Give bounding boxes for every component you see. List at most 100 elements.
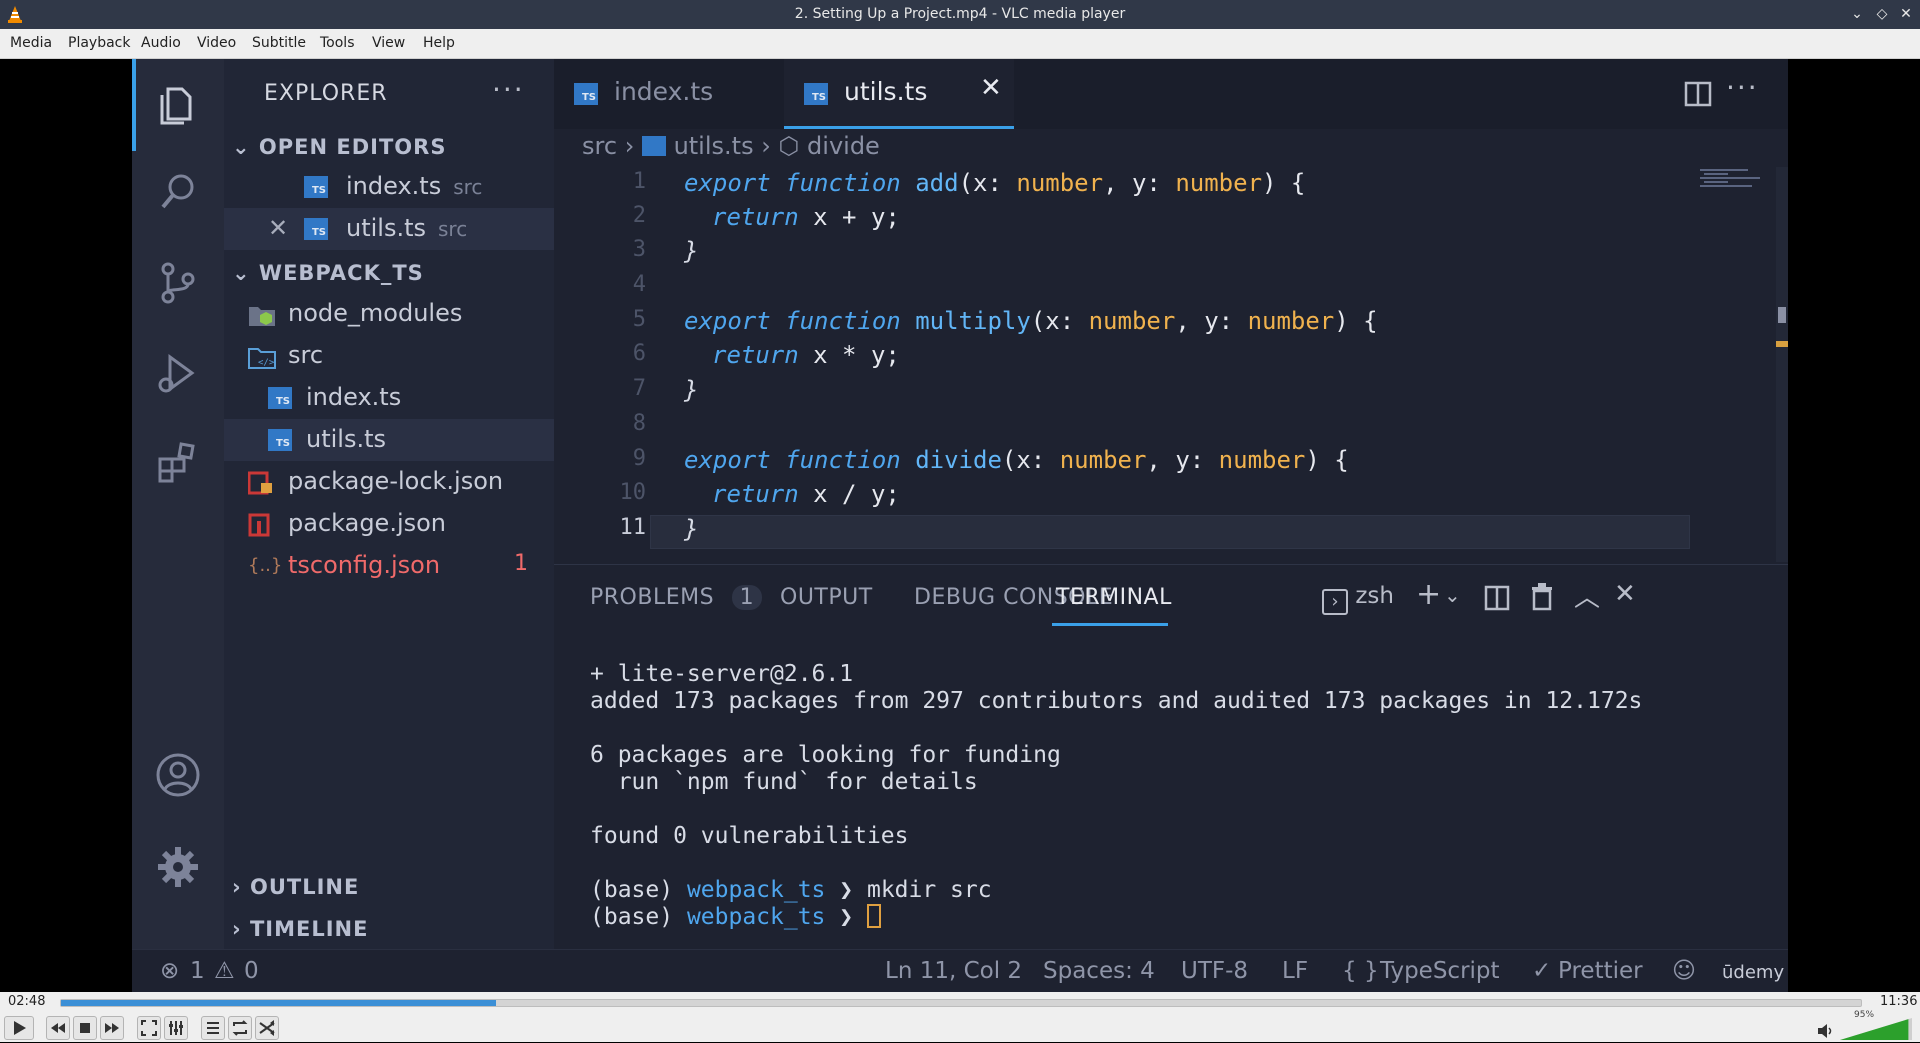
tab-utils[interactable]: TS utils.ts ✕ [784, 59, 1014, 129]
extended-settings-button[interactable] [164, 1016, 188, 1040]
minimize-icon[interactable]: ⌄ [1847, 4, 1867, 24]
video-frame-vscode: EXPLORER ··· ⌄ OPEN EDITORS TS index.ts s… [132, 59, 1788, 992]
close-panel-icon[interactable]: ✕ [1614, 579, 1636, 609]
shuffle-button[interactable] [255, 1016, 279, 1040]
outline-header[interactable]: › OUTLINE [232, 875, 359, 899]
gear-icon [158, 847, 198, 887]
tab-terminal[interactable]: TERMINAL [1056, 585, 1172, 610]
line-number: 2 [632, 203, 646, 228]
play-button[interactable] [4, 1016, 34, 1040]
add-terminal-icon[interactable]: + [1416, 577, 1441, 612]
seek-bar[interactable] [60, 999, 1862, 1007]
editor-scrollbar[interactable] [1776, 167, 1788, 562]
volume-level [1840, 1019, 1909, 1040]
code-line-3: } [684, 237, 699, 265]
volume-slider[interactable] [1840, 1018, 1912, 1040]
extensions-icon [158, 442, 195, 483]
line-ending[interactable]: LF [1282, 958, 1308, 984]
terminal-line: 6 packages are looking for funding [590, 742, 1061, 768]
menu-playback[interactable]: Playback [68, 35, 130, 51]
typescript-file-icon: TS [574, 83, 598, 105]
menu-audio[interactable]: Audio [141, 35, 181, 51]
feedback-icon: ☺ [1672, 958, 1696, 984]
error-count[interactable]: 1 [190, 958, 205, 984]
tree-utils[interactable]: TS utils.ts [224, 419, 554, 461]
typescript-file-icon: TS [804, 83, 828, 105]
breadcrumb-file[interactable]: utils.ts [674, 132, 754, 160]
encoding[interactable]: UTF-8 [1181, 958, 1248, 984]
tree-node-modules[interactable]: node_modules [224, 293, 554, 335]
language-mode[interactable]: TypeScript [1380, 958, 1500, 984]
editor-more-icon[interactable]: ··· [1726, 71, 1759, 104]
tree-index[interactable]: TS index.ts [224, 377, 554, 419]
window-title: 2. Setting Up a Project.mp4 - VLC media … [794, 6, 1126, 22]
previous-button[interactable] [46, 1016, 70, 1040]
maximize-icon[interactable]: ◇ [1872, 4, 1892, 24]
stop-button[interactable] [73, 1016, 97, 1040]
search-icon [161, 174, 194, 209]
indentation[interactable]: Spaces: 4 [1043, 958, 1155, 984]
open-editor-index[interactable]: TS index.ts src [224, 166, 554, 208]
total-time[interactable]: 11:36 [1880, 994, 1917, 1009]
folder-node-icon [249, 307, 275, 326]
open-editor-utils[interactable]: ✕ TS utils.ts src [224, 208, 554, 250]
split-editor-icon[interactable] [1684, 81, 1712, 107]
breadcrumb-symbol[interactable]: divide [807, 132, 880, 160]
maximize-panel-icon[interactable]: ︿ [1574, 577, 1600, 614]
tree-tsconfig[interactable]: {..} tsconfig.json 1 [224, 545, 554, 587]
menu-help[interactable]: Help [423, 35, 455, 51]
terminal-line: added 173 packages from 297 contributors… [590, 688, 1643, 714]
menu-subtitle[interactable]: Subtitle [252, 35, 306, 51]
close-icon[interactable]: ✕ [1896, 4, 1916, 24]
tab-output[interactable]: OUTPUT [780, 585, 873, 610]
tab-problems[interactable]: PROBLEMS 1 [590, 585, 763, 610]
tree-package[interactable]: package.json [224, 503, 554, 545]
warning-count[interactable]: 0 [244, 958, 259, 984]
line-number: 10 [619, 480, 647, 505]
video-area[interactable]: EXPLORER ··· ⌄ OPEN EDITORS TS index.ts s… [0, 59, 1920, 992]
svg-text:</>: </> [258, 358, 275, 368]
menu-media[interactable]: Media [10, 35, 52, 51]
minimap[interactable] [1696, 167, 1768, 191]
speaker-icon[interactable] [1816, 1022, 1836, 1040]
terminal-shell-selector[interactable]: › zsh [1322, 583, 1394, 615]
close-editor-icon[interactable]: ✕ [268, 214, 288, 242]
outline-label: OUTLINE [249, 875, 360, 899]
chevron-right-icon: › [761, 132, 779, 160]
folder-open-icon: </> [248, 348, 276, 369]
formatter[interactable]: Prettier [1558, 958, 1643, 984]
tab-utils-label: utils.ts [844, 77, 928, 106]
tab-index[interactable]: TS index.ts [554, 59, 772, 129]
terminal-icon: › [1322, 589, 1348, 615]
terminal-prompt-line[interactable]: (base) webpack_ts ❯ [590, 904, 881, 930]
explorer-title: EXPLORER [264, 81, 388, 106]
editor-tabs: TS index.ts TS utils.ts ✕ ··· [554, 59, 1788, 129]
cursor-position[interactable]: Ln 11, Col 2 [885, 958, 1022, 984]
playlist-button[interactable] [201, 1016, 225, 1040]
elapsed-time[interactable]: 02:48 [8, 994, 45, 1009]
more-actions-icon[interactable]: ··· [492, 73, 525, 106]
tree-src[interactable]: </> src [224, 335, 554, 377]
bottom-panel: PROBLEMS 1 OUTPUT DEBUG CONSOLE TERMINAL… [554, 564, 1788, 949]
next-button[interactable] [100, 1016, 124, 1040]
menu-tools[interactable]: Tools [320, 35, 355, 51]
open-editors-header[interactable]: ⌄ OPEN EDITORS [232, 135, 446, 159]
line-number: 3 [632, 237, 646, 262]
trash-icon[interactable] [1530, 583, 1554, 611]
split-terminal-icon[interactable] [1484, 585, 1510, 611]
menu-video[interactable]: Video [197, 35, 236, 51]
tree-package-lock[interactable]: package-lock.json [224, 461, 554, 503]
loop-button[interactable] [228, 1016, 252, 1040]
terminal-cursor [866, 904, 881, 928]
menu-view[interactable]: View [372, 35, 405, 51]
fullscreen-button[interactable] [137, 1016, 161, 1040]
json-braces-icon: {..} [248, 555, 283, 576]
breadcrumb-folder[interactable]: src [582, 132, 617, 160]
activity-active-indicator [132, 59, 136, 151]
close-tab-icon[interactable]: ✕ [980, 73, 1002, 103]
project-header[interactable]: ⌄ WEBPACK_TS [232, 261, 424, 285]
line-number: 4 [632, 272, 646, 297]
run-debug-icon [158, 354, 195, 393]
chevron-down-icon[interactable]: ⌄ [1444, 583, 1461, 607]
timeline-header[interactable]: › TIMELINE [232, 917, 368, 941]
